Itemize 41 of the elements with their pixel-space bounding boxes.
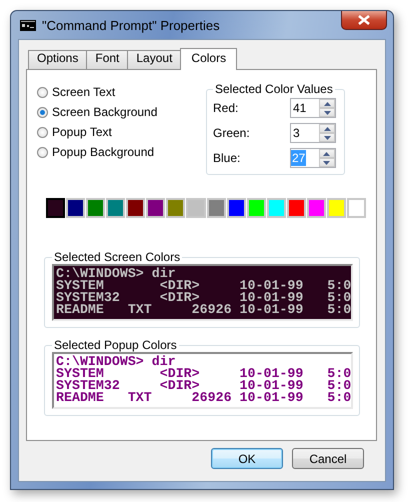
down-arrow-icon[interactable] (324, 110, 330, 114)
number-field[interactable]: 41 (290, 98, 336, 118)
radio-label[interactable]: Popup Background (52, 145, 154, 159)
console-line: SYSTEM32 <DIR> 10-01-99 5:0 (56, 292, 352, 304)
dialog-button[interactable]: OK (211, 448, 283, 469)
down-arrow-icon[interactable] (324, 136, 330, 140)
group-title: Selected Screen Colors (53, 250, 182, 264)
console-line: README TXT 26926 10-01-99 5:0 (56, 304, 352, 316)
close-button[interactable] (341, 11, 387, 30)
console-line: C:\WINDOWS> dir (56, 268, 176, 280)
down-arrow-icon[interactable] (323, 160, 330, 164)
color-swatch[interactable] (46, 198, 66, 218)
field-label: Green: (213, 126, 250, 140)
radio-button[interactable] (37, 126, 48, 138)
group-title: Selected Color Values (214, 82, 334, 96)
tab[interactable]: Options (28, 50, 88, 69)
radio-button[interactable] (37, 106, 48, 118)
dialog-button[interactable]: Cancel (292, 448, 364, 469)
radio-label[interactable]: Popup Text (52, 125, 112, 139)
tab[interactable]: Layout (127, 50, 182, 69)
console-line: C:\WINDOWS> dir (56, 356, 176, 368)
window-title: "Command Prompt" Properties (42, 18, 220, 32)
console-line: SYSTEM <DIR> 10-01-99 5:0 (56, 368, 352, 380)
tab[interactable]: Font (86, 50, 128, 69)
close-icon (357, 15, 371, 25)
console-line: SYSTEM <DIR> 10-01-99 5:0 (56, 280, 352, 292)
field-label: Blue: (213, 151, 240, 165)
console-line: README TXT 26926 10-01-99 5:0 (56, 392, 352, 404)
radio-label[interactable]: Screen Background (52, 105, 158, 119)
radio-label[interactable]: Screen Text (52, 85, 116, 99)
tab[interactable]: Colors (180, 48, 238, 70)
number-field[interactable]: 3 (290, 123, 336, 143)
field-label: Red: (213, 101, 238, 115)
console-icon (20, 20, 36, 30)
group-title: Selected Popup Colors (53, 338, 178, 352)
radio-button[interactable] (37, 146, 48, 158)
up-arrow-icon[interactable] (324, 126, 330, 130)
up-arrow-icon[interactable] (323, 152, 330, 156)
radio-button[interactable] (37, 86, 48, 98)
console-line: SYSTEM32 <DIR> 10-01-99 5:0 (56, 380, 352, 392)
up-arrow-icon[interactable] (324, 102, 330, 106)
